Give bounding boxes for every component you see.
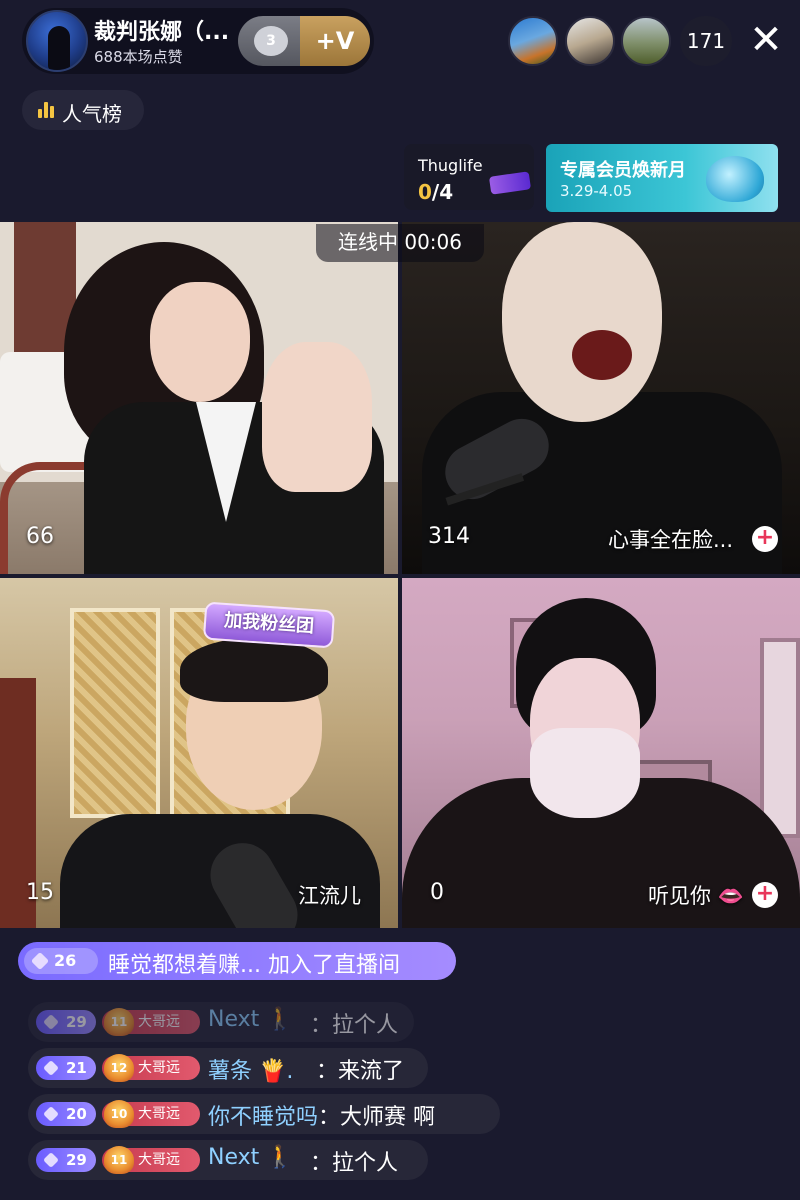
follow-plus-button[interactable]: +V <box>300 16 370 66</box>
thuglife-progress: 0/4 <box>418 180 454 204</box>
video-cell-2[interactable]: 314 心事全在脸... + <box>402 222 800 574</box>
chat-message[interactable]: 21 12 大哥远 薯条 🍟. ：来流了 <box>28 1048 428 1088</box>
cell-3-name[interactable]: 江流儿 <box>298 880 361 910</box>
viewer-avatar-3[interactable] <box>621 16 671 66</box>
connection-timer: 连线中 00:06 <box>316 224 484 262</box>
chat-message[interactable]: 29 11 大哥远 Next 🚶 ：拉个人 <box>28 1140 428 1180</box>
thuglife-task-card[interactable]: Thuglife 0/4 <box>404 144 534 210</box>
user-level-badge: 20 <box>36 1102 96 1126</box>
cell-2-name[interactable]: 心事全在脸... <box>608 524 733 554</box>
user-level-badge: 29 <box>36 1010 96 1034</box>
user-level-badge: 21 <box>36 1056 96 1080</box>
video-cell-4[interactable]: 0 听见你 👄 + <box>402 578 800 928</box>
popularity-label: 人气榜 <box>62 102 122 126</box>
thuglife-title: Thuglife <box>418 156 483 175</box>
sunglasses-icon <box>488 171 532 195</box>
viewer-count[interactable]: 171 <box>680 16 732 66</box>
video-cell-1[interactable]: 66 <box>0 222 398 574</box>
heart-icon: 12 <box>104 1054 134 1082</box>
fan-club-badge: 12 大哥远 <box>102 1054 200 1082</box>
fan-club-badge: 11 大哥远 <box>102 1008 200 1036</box>
chat-username[interactable]: 你不睡觉吗 <box>208 1099 318 1131</box>
host-likes: 688本场点赞 <box>94 48 183 66</box>
member-promo-banner[interactable]: 专属会员焕新月 3.29-4.05 <box>546 144 778 212</box>
join-user-level: 26 <box>24 948 98 974</box>
host-avatar[interactable] <box>26 10 88 72</box>
user-level-badge: 29 <box>36 1148 96 1172</box>
bar-chart-icon <box>38 102 54 118</box>
popularity-rank-button[interactable]: 人气榜 <box>22 90 144 130</box>
member-banner-title: 专属会员焕新月 <box>560 160 686 181</box>
cell-2-count: 314 <box>428 524 470 549</box>
cell-1-count: 66 <box>26 524 54 549</box>
chat-text: ：拉个人 <box>310 1013 399 1038</box>
video-cell-3[interactable]: 加我粉丝团 15 江流儿 <box>0 578 398 928</box>
cell-3-count: 15 <box>26 880 54 905</box>
cloud-icon: 3 <box>254 26 288 56</box>
heart-icon: 11 <box>104 1008 134 1036</box>
fan-level-badge[interactable]: 3 <box>238 16 308 66</box>
close-icon[interactable]: ✕ <box>748 20 784 60</box>
viewer-avatar-2[interactable] <box>565 16 615 66</box>
host-name[interactable]: 裁判张娜（... <box>94 14 229 46</box>
cell-4-name[interactable]: 听见你 👄 <box>648 880 744 910</box>
heart-icon: 10 <box>104 1100 134 1128</box>
heart-icon: 11 <box>104 1146 134 1174</box>
chat-username[interactable]: Next 🚶 <box>208 1007 294 1032</box>
chat-text: ：来流了 <box>316 1059 405 1084</box>
chat-message[interactable]: 29 11 大哥远 Next 🚶 ：拉个人 <box>28 1002 414 1042</box>
cell-4-count: 0 <box>430 880 444 905</box>
cell-4-follow-button[interactable]: + <box>752 882 778 908</box>
chat-message[interactable]: 20 10 大哥远 你不睡觉吗 ：大师赛 啊 <box>28 1094 500 1134</box>
join-notification: 26 睡觉都想着赚... 加入了直播间 <box>18 942 456 980</box>
member-banner-dates: 3.29-4.05 <box>560 182 633 200</box>
chat-username[interactable]: Next 🚶 <box>208 1145 294 1170</box>
heart-icon <box>706 156 764 202</box>
cell-2-follow-button[interactable]: + <box>752 526 778 552</box>
fan-club-badge: 10 大哥远 <box>102 1100 200 1128</box>
chat-text: ：拉个人 <box>310 1151 399 1176</box>
chat-username[interactable]: 薯条 🍟. <box>208 1053 293 1085</box>
chat-text: ：大师赛 啊 <box>318 1105 436 1130</box>
join-message: 睡觉都想着赚... 加入了直播间 <box>108 953 400 978</box>
fan-club-badge: 11 大哥远 <box>102 1146 200 1174</box>
viewer-avatar-1[interactable] <box>508 16 558 66</box>
